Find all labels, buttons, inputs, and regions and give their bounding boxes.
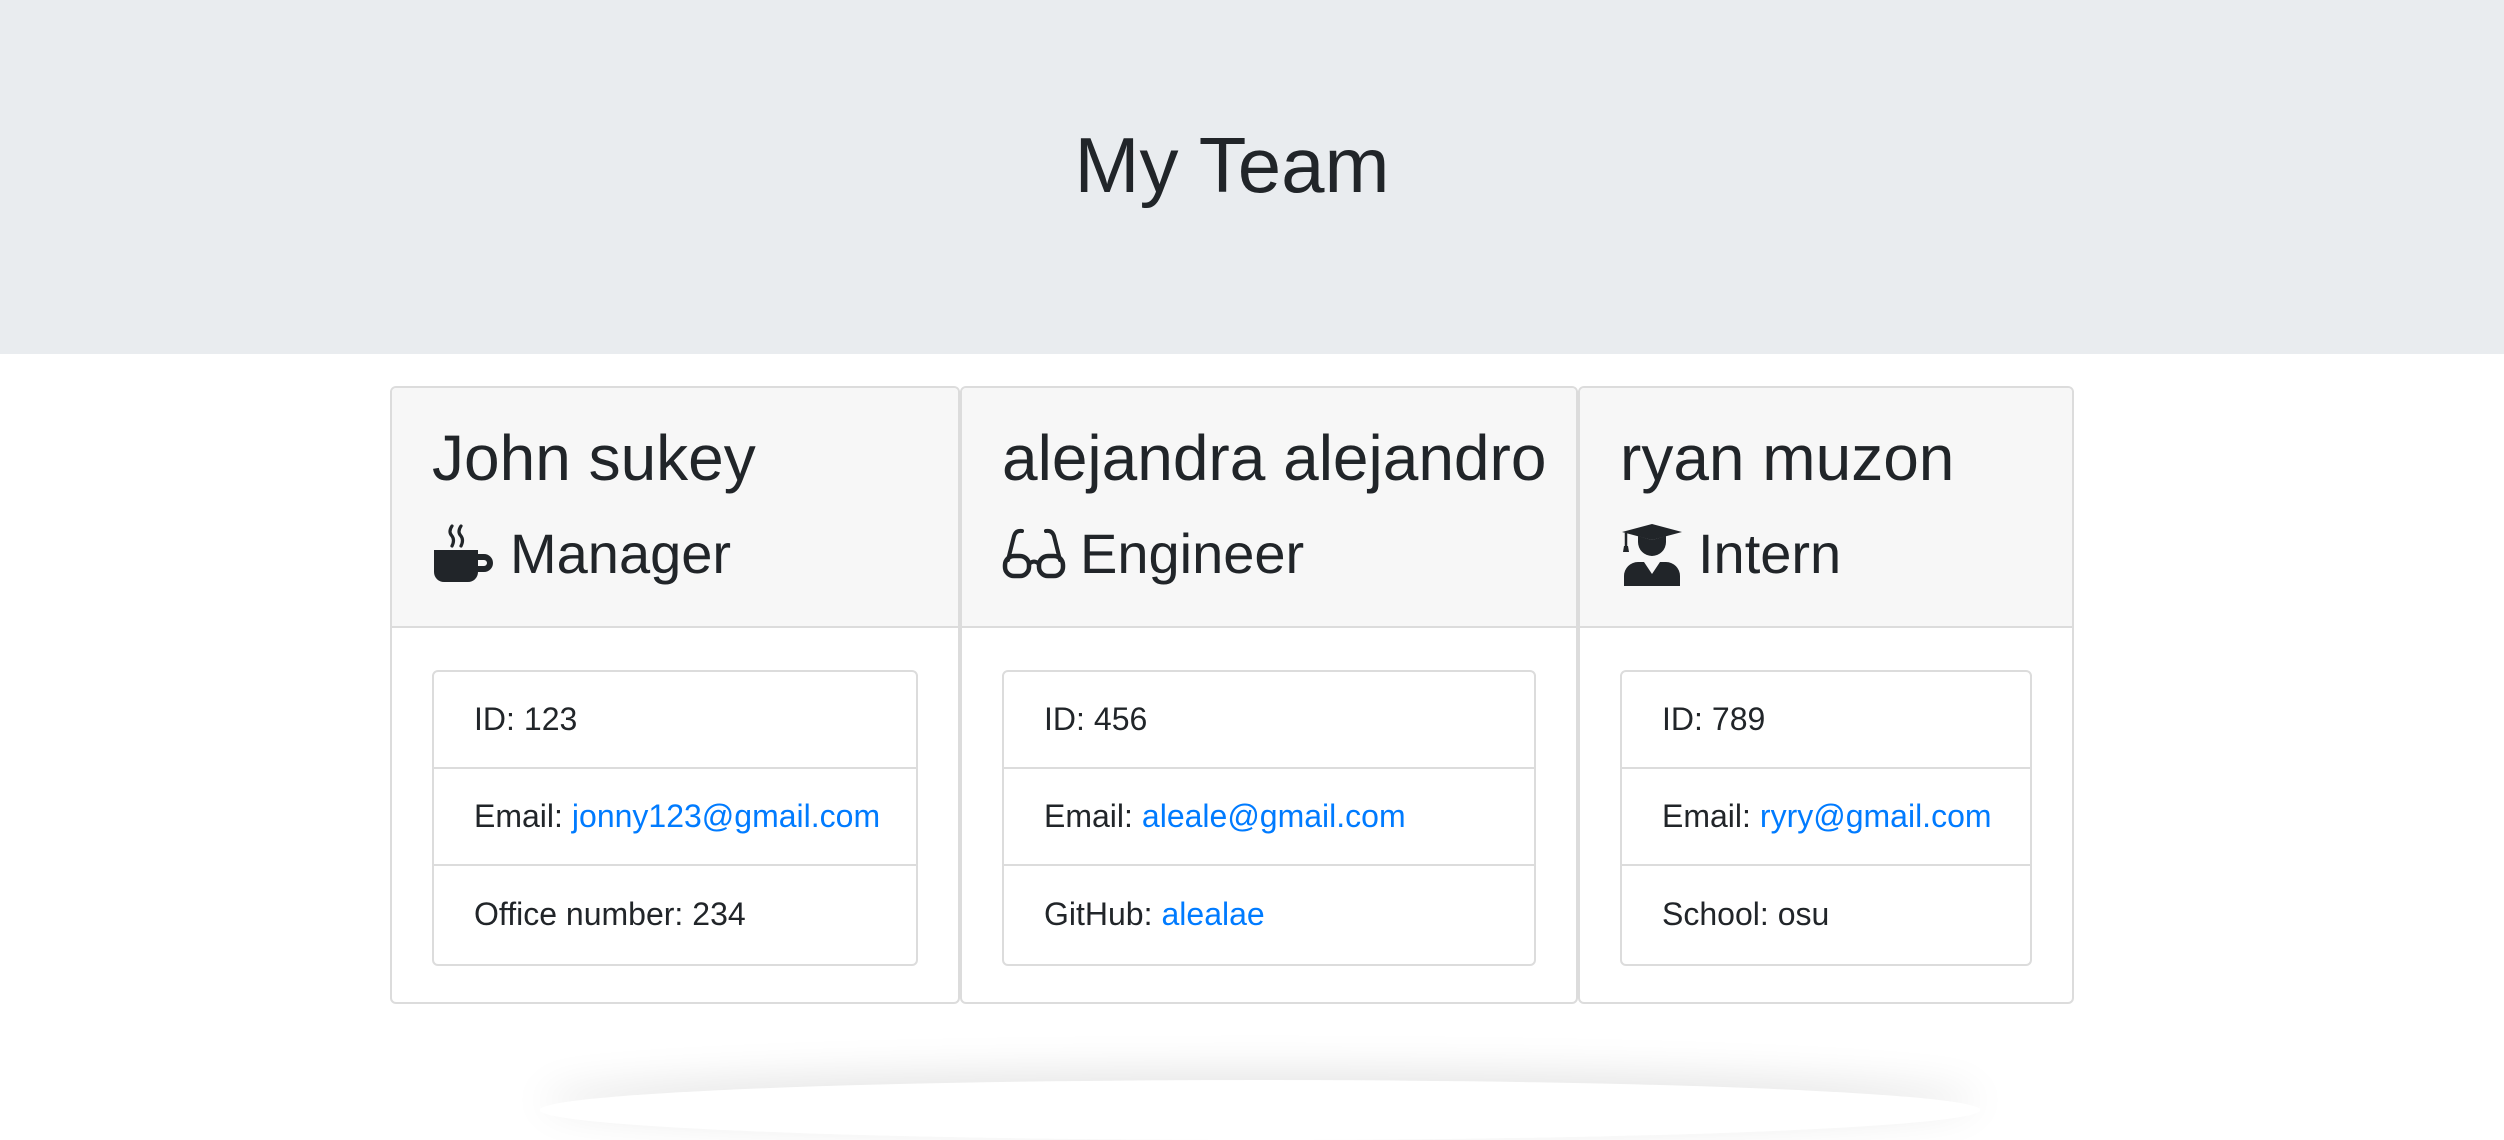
user-graduate-icon — [1620, 522, 1684, 586]
card-header: ryan muzon Intern — [1580, 388, 2072, 628]
office-number-label: Office number: — [474, 895, 684, 932]
list-item-email: Email: aleale@gmail.com — [1004, 769, 1534, 866]
id-label: ID: — [1044, 701, 1085, 737]
email-label: Email: — [1662, 798, 1751, 834]
school-label: School: — [1662, 895, 1769, 932]
list-item-email: Email: jonny123@gmail.com — [434, 769, 916, 866]
employee-name: John sukey — [432, 422, 756, 494]
card-header: alejandra alejandro Engineer — [962, 388, 1576, 628]
employee-name: alejandra alejandro — [1002, 422, 1547, 494]
id-value: 456 — [1093, 701, 1148, 737]
glasses-icon — [1002, 522, 1066, 586]
employee-card-intern: ryan muzon Intern ID: 789 Email: ryry@gm… — [1578, 386, 2074, 1004]
list-item-school: School: osu — [1622, 866, 2030, 962]
employee-card-manager: John sukey Manager ID: 123 Email: jonny1… — [390, 386, 960, 1004]
id-value: 123 — [523, 701, 578, 737]
mug-hot-icon — [432, 522, 496, 586]
header-jumbotron: My Team — [0, 0, 2504, 354]
id-value: 789 — [1711, 701, 1766, 737]
employee-details: ID: 789 Email: ryry@gmail.com School: os… — [1620, 670, 2032, 966]
bottom-shadow-decoration — [540, 1080, 1980, 1140]
page-title: My Team — [1074, 121, 1390, 209]
employee-name: ryan muzon — [1620, 422, 1955, 494]
employee-details: ID: 456 Email: aleale@gmail.com GitHub: … — [1002, 670, 1536, 966]
office-number-value: 234 — [692, 895, 746, 932]
email-label: Email: — [474, 798, 563, 834]
role-label: Intern — [1698, 522, 1842, 585]
github-label: GitHub: — [1044, 895, 1153, 932]
list-item-github: GitHub: alealae — [1004, 866, 1534, 962]
email-link[interactable]: jonny123@gmail.com — [572, 798, 880, 835]
card-header: John sukey Manager — [392, 388, 958, 628]
id-label: ID: — [474, 701, 515, 737]
school-value: osu — [1777, 895, 1830, 932]
employee-role: Engineer — [1002, 514, 1304, 594]
employee-role: Intern — [1620, 514, 1841, 594]
list-item-id: ID: 456 — [1004, 672, 1534, 769]
employee-role: Manager — [432, 514, 731, 594]
email-label: Email: — [1044, 798, 1133, 834]
email-link[interactable]: aleale@gmail.com — [1142, 798, 1406, 835]
employee-details: ID: 123 Email: jonny123@gmail.com Office… — [432, 670, 918, 966]
employee-card-engineer: alejandra alejandro Engineer ID: 456 Ema… — [960, 386, 1578, 1004]
id-label: ID: — [1662, 701, 1703, 737]
github-link[interactable]: alealae — [1161, 896, 1264, 933]
list-item-id: ID: 789 — [1622, 672, 2030, 769]
list-item-email: Email: ryry@gmail.com — [1622, 769, 2030, 866]
list-item-office-number: Office number: 234 — [434, 866, 916, 962]
email-link[interactable]: ryry@gmail.com — [1760, 798, 1992, 835]
role-label: Manager — [510, 522, 732, 585]
role-label: Engineer — [1080, 522, 1305, 585]
list-item-id: ID: 123 — [434, 672, 916, 769]
